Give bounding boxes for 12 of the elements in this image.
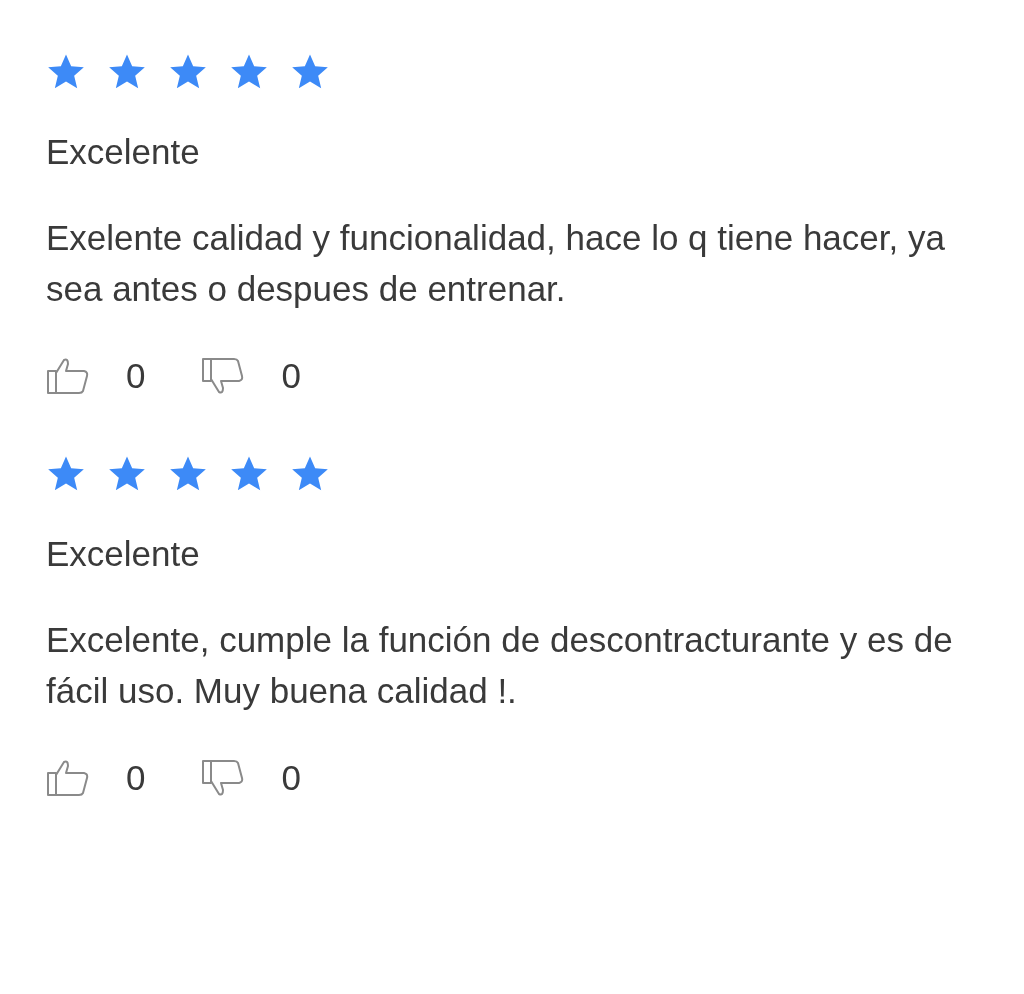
thumbs-down-icon[interactable] — [201, 758, 246, 798]
dislike-count: 0 — [281, 758, 301, 798]
review-title: Excelente — [46, 132, 201, 172]
review-text: Excelente, cumple la función de descontracturante y es de fácil uso. Muy buena calidad !. — [46, 619, 954, 712]
thumbs-up-icon[interactable] — [46, 758, 90, 798]
thumbs-up-icon[interactable] — [46, 356, 90, 396]
review-title: Excelente — [46, 534, 201, 574]
dislike-count: 0 — [281, 356, 301, 396]
like-count: 0 — [126, 356, 146, 396]
like-count: 0 — [126, 758, 146, 798]
thumbs-down-icon[interactable] — [201, 356, 246, 396]
review-text: Exelente calidad y funcionalidad, hace lo q tiene hacer, ya sea antes o despues de entrenar. — [46, 217, 946, 310]
